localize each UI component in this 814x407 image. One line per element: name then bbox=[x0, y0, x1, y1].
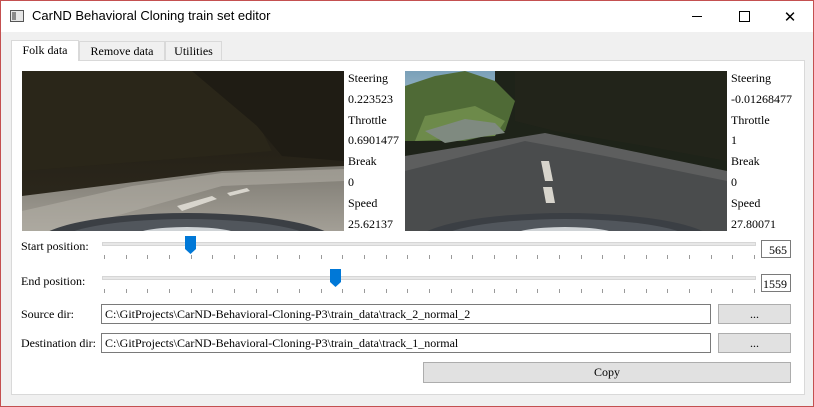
end-position-label: End position: bbox=[21, 274, 86, 288]
throttle-label: Throttle bbox=[731, 112, 770, 127]
tab-remove-data[interactable]: Remove data bbox=[79, 41, 165, 60]
source-dir-label: Source dir: bbox=[21, 307, 74, 321]
break-value: 0 bbox=[348, 174, 354, 189]
steering-label: Steering bbox=[348, 71, 388, 85]
destination-dir-label: Destination dir: bbox=[21, 336, 96, 350]
start-position-input[interactable]: 565 bbox=[761, 240, 791, 258]
app-icon bbox=[10, 10, 24, 22]
source-dir-browse-button[interactable]: ... bbox=[718, 304, 791, 324]
minimize-icon bbox=[692, 16, 702, 17]
break-label: Break bbox=[731, 154, 760, 169]
break-label: Break bbox=[348, 154, 377, 169]
start-position-slider-thumb[interactable] bbox=[184, 236, 196, 254]
throttle-value: 1 bbox=[731, 133, 737, 148]
speed-label: Speed bbox=[348, 195, 378, 210]
end-position-track[interactable] bbox=[102, 276, 756, 280]
close-button[interactable]: ✕ bbox=[767, 1, 813, 32]
throttle-value: 0.6901477 bbox=[348, 133, 399, 148]
maximize-icon bbox=[738, 11, 750, 22]
speed-label: Speed bbox=[731, 195, 761, 210]
right-telemetry: Steering -0.01268477 Throttle 1 Break 0 … bbox=[731, 71, 792, 237]
app-window: CarND Behavioral Cloning train set edito… bbox=[0, 0, 814, 407]
end-position-ticks bbox=[104, 289, 755, 293]
start-position-ticks bbox=[104, 255, 755, 259]
left-camera-image bbox=[22, 71, 344, 231]
window-title: CarND Behavioral Cloning train set edito… bbox=[32, 8, 271, 23]
destination-dir-input[interactable]: C:\GitProjects\CarND-Behavioral-Cloning-… bbox=[101, 333, 711, 353]
speed-value: 25.62137 bbox=[348, 216, 393, 231]
minimize-button[interactable] bbox=[674, 1, 720, 32]
start-position-label: Start position: bbox=[21, 239, 89, 253]
throttle-label: Throttle bbox=[348, 112, 387, 127]
steering-value: 0.223523 bbox=[348, 91, 393, 106]
end-position-input[interactable]: 1559 bbox=[761, 274, 791, 292]
steering-value: -0.01268477 bbox=[731, 91, 792, 106]
speed-value: 27.80071 bbox=[731, 216, 776, 231]
left-telemetry: Steering 0.223523 Throttle 0.6901477 Bre… bbox=[348, 71, 399, 237]
right-camera-image bbox=[405, 71, 727, 231]
destination-dir-browse-button[interactable]: ... bbox=[718, 333, 791, 353]
source-dir-input[interactable]: C:\GitProjects\CarND-Behavioral-Cloning-… bbox=[101, 304, 711, 324]
copy-button[interactable]: Copy bbox=[423, 362, 791, 383]
tab-folk-data[interactable]: Folk data bbox=[11, 40, 79, 61]
title-bar[interactable]: CarND Behavioral Cloning train set edito… bbox=[1, 1, 813, 32]
end-position-slider-thumb[interactable] bbox=[329, 269, 341, 287]
start-position-track[interactable] bbox=[102, 242, 756, 246]
break-value: 0 bbox=[731, 174, 737, 189]
close-icon: ✕ bbox=[783, 7, 797, 26]
maximize-button[interactable] bbox=[721, 1, 767, 32]
steering-label: Steering bbox=[731, 71, 771, 85]
tab-utilities[interactable]: Utilities bbox=[165, 41, 222, 60]
